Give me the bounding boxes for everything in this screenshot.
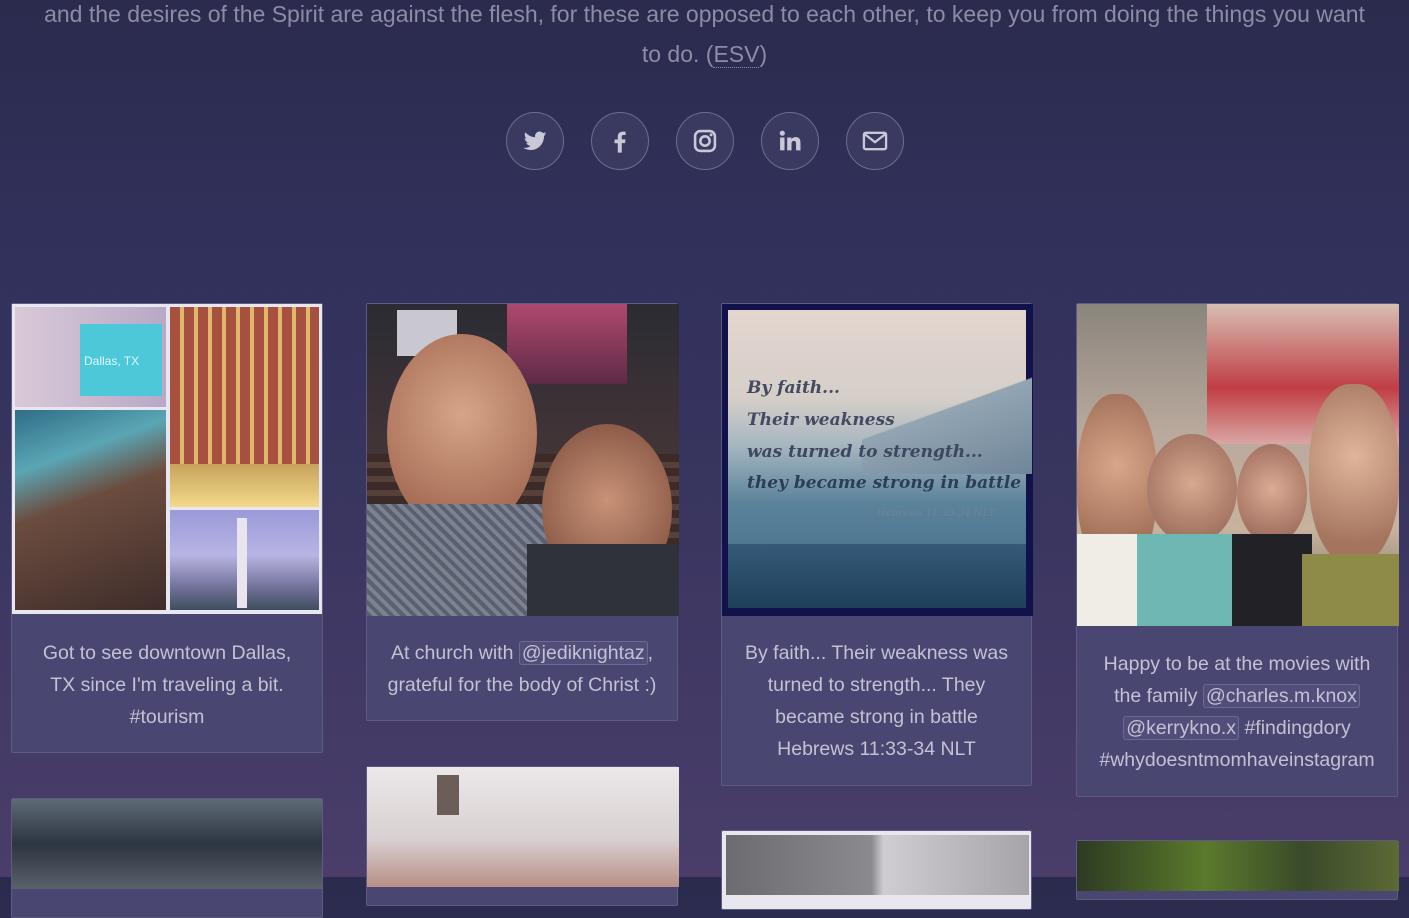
instagram-post-card[interactable] [1076,840,1399,900]
photo-text-line-3: was turned to strength... [747,442,983,462]
instagram-post-card[interactable] [11,798,323,918]
post-caption: Got to see downtown Dallas, TX since I'm… [42,642,292,728]
esv-link[interactable]: ESV [713,41,760,68]
instagram-post-card[interactable]: At church with @jediknightaz, grateful f… [366,303,679,721]
post-photo-row2[interactable] [12,799,322,889]
photo-text-line-1: By faith... [747,378,840,398]
instagram-post-card[interactable] [721,830,1032,910]
social-links [0,112,1409,170]
mention-link[interactable]: @charles.m.knox [1202,684,1360,708]
instagram-post-card[interactable]: Happy to be at the movies with the famil… [1076,303,1399,797]
photo-text-line-4: they became strong in battle [747,473,1022,493]
post-photo-by-faith[interactable]: By faith... Their weakness was turned to… [722,304,1033,616]
twitter-button[interactable] [505,112,564,170]
post-caption: At church with @jediknightaz, grateful f… [387,641,657,696]
dallas-sign-text: Dallas, TX [84,354,140,368]
twitter-icon [522,131,547,150]
linkedin-button[interactable] [760,112,819,170]
facebook-button[interactable] [590,112,649,170]
facebook-icon [614,131,626,153]
post-caption: Happy to be at the movies with the famil… [1099,653,1375,771]
linkedin-icon [779,130,800,151]
post-photo-movies-family[interactable] [1077,304,1399,626]
post-photo-row2[interactable] [1077,841,1399,891]
post-caption: By faith... Their weakness was turned to… [744,642,1008,760]
instagram-button[interactable] [675,112,734,170]
post-photo-row2[interactable] [367,767,679,887]
verse-line-2: to do. (ESV) [641,41,768,68]
verse-line-1: and the desires of the Spirit are agains… [44,1,1365,27]
instagram-post-card[interactable] [366,766,679,906]
post-photo-church-selfie[interactable] [367,304,679,616]
instagram-post-card[interactable]: By faith... Their weakness was turned to… [721,303,1033,786]
photo-text-line-2: Their weakness [747,410,895,430]
email-icon [862,131,887,151]
instagram-icon [693,129,716,153]
mention-link[interactable]: @kerrykno.x [1123,716,1240,740]
photo-text-reference: Hebrews 11:33-34 NLT [877,508,995,519]
post-photo-dallas-collage[interactable]: Dallas, TX [12,304,322,614]
post-photo-row2[interactable] [726,835,1029,895]
instagram-post-card[interactable]: Dallas, TX Got to see downtown Dallas, T… [11,303,323,753]
mention-link[interactable]: @jediknightaz [518,641,648,665]
bible-verse: and the desires of the Spirit are agains… [0,0,1409,74]
email-button[interactable] [845,112,904,170]
